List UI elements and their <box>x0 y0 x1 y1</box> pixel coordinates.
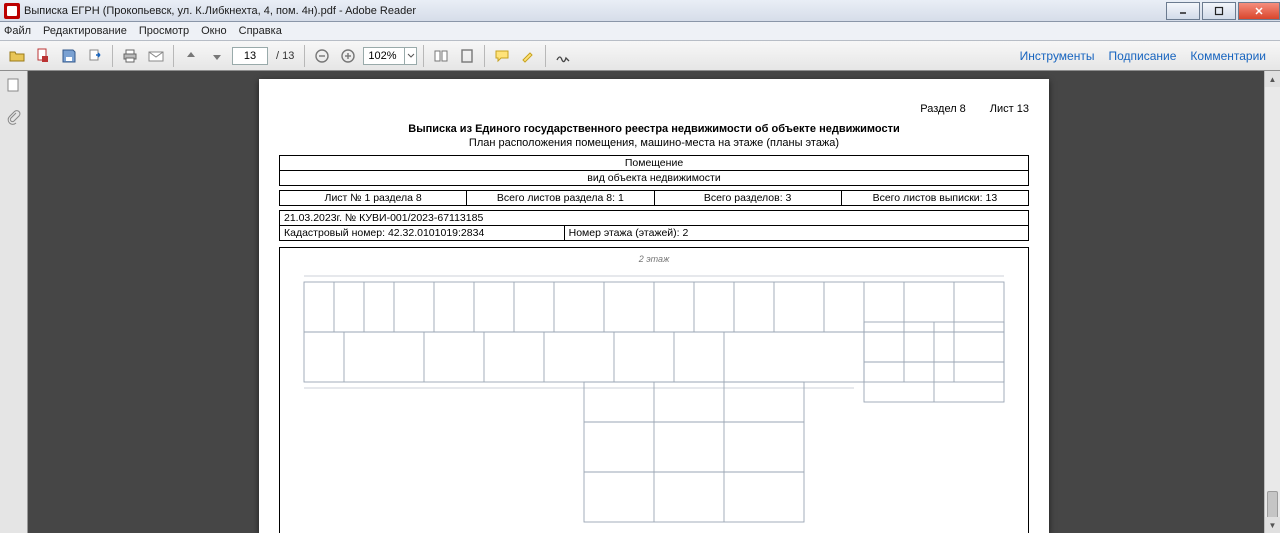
window-title: Выписка ЕГРН (Прокопьевск, ул. К.Либкнех… <box>24 5 416 17</box>
zoom-in-icon[interactable] <box>337 45 359 67</box>
sheet-of-section: Лист № 1 раздела 8 <box>280 191 467 206</box>
doc-header-table: Помещение вид объекта недвижимости <box>279 155 1029 186</box>
obj-name: Помещение <box>280 156 1029 171</box>
maximize-button[interactable] <box>1202 2 1236 20</box>
open-icon[interactable] <box>6 45 28 67</box>
doc-meta-table: Лист № 1 раздела 8 Всего листов раздела … <box>279 190 1029 206</box>
read-mode-icon[interactable] <box>430 45 452 67</box>
page-up-icon[interactable] <box>180 45 202 67</box>
page-number-input[interactable] <box>232 47 268 65</box>
doc-sheet: Лист 13 <box>990 103 1029 115</box>
sheets-total: Всего листов выписки: 13 <box>841 191 1028 206</box>
panel-tools[interactable]: Инструменты <box>1020 49 1095 63</box>
window-titlebar: Выписка ЕГРН (Прокопьевск, ул. К.Либкнех… <box>0 0 1280 22</box>
sign-tool-icon[interactable] <box>552 45 574 67</box>
left-sidebar <box>0 71 28 533</box>
document-viewport[interactable]: Раздел 8 Лист 13 Выписка из Единого госу… <box>28 71 1280 533</box>
email-icon[interactable] <box>145 45 167 67</box>
toolbar: / 13 102% Инструменты Подписание Коммент… <box>0 41 1280 71</box>
thumbnails-icon[interactable] <box>5 77 23 95</box>
zoom-out-icon[interactable] <box>311 45 333 67</box>
pdf-page: Раздел 8 Лист 13 Выписка из Единого госу… <box>259 79 1049 533</box>
print-icon[interactable] <box>119 45 141 67</box>
doc-reg-table: 21.03.2023г. № КУВИ-001/2023-67113185 Ка… <box>279 210 1029 241</box>
app-icon <box>4 3 20 19</box>
floor-plan-drawing <box>294 262 1014 533</box>
create-pdf-icon[interactable] <box>32 45 54 67</box>
chevron-down-icon <box>404 48 416 64</box>
zoom-select[interactable]: 102% <box>363 47 417 65</box>
save-icon[interactable] <box>58 45 80 67</box>
date-reg: 21.03.2023г. № КУВИ-001/2023-67113185 <box>280 211 1029 226</box>
menu-edit[interactable]: Редактирование <box>43 25 127 37</box>
highlight-icon[interactable] <box>517 45 539 67</box>
zoom-value: 102% <box>368 50 396 62</box>
fit-page-icon[interactable] <box>456 45 478 67</box>
cadastral-number: Кадастровый номер: 42.32.0101019:2834 <box>280 226 565 241</box>
floor-plan-box: 2 этаж <box>279 247 1029 533</box>
doc-title: Выписка из Единого государственного реес… <box>279 123 1029 135</box>
menu-window[interactable]: Окно <box>201 25 227 37</box>
sections-total: Всего разделов: 3 <box>654 191 841 206</box>
menu-view[interactable]: Просмотр <box>139 25 189 37</box>
minimize-button[interactable] <box>1166 2 1200 20</box>
attachment-icon[interactable] <box>5 109 23 127</box>
vertical-scrollbar[interactable]: ▲ ▼ <box>1264 71 1280 533</box>
comment-icon[interactable] <box>491 45 513 67</box>
page-down-icon[interactable] <box>206 45 228 67</box>
obj-kind: вид объекта недвижимости <box>280 171 1029 186</box>
sheets-total-section: Всего листов раздела 8: 1 <box>467 191 654 206</box>
scroll-down-icon[interactable]: ▼ <box>1265 517 1280 533</box>
floor-number: Номер этажа (этажей): 2 <box>564 226 1028 241</box>
menu-help[interactable]: Справка <box>239 25 282 37</box>
menubar: Файл Редактирование Просмотр Окно Справк… <box>0 22 1280 41</box>
doc-section: Раздел 8 <box>920 103 966 115</box>
doc-subtitle: План расположения помещения, машино-мест… <box>279 137 1029 149</box>
scroll-up-icon[interactable]: ▲ <box>1265 71 1280 87</box>
close-button[interactable] <box>1238 2 1280 20</box>
panel-sign[interactable]: Подписание <box>1108 49 1176 63</box>
export-icon[interactable] <box>84 45 106 67</box>
panel-comments[interactable]: Комментарии <box>1190 49 1266 63</box>
page-total-label: / 13 <box>276 50 294 62</box>
menu-file[interactable]: Файл <box>4 25 31 37</box>
